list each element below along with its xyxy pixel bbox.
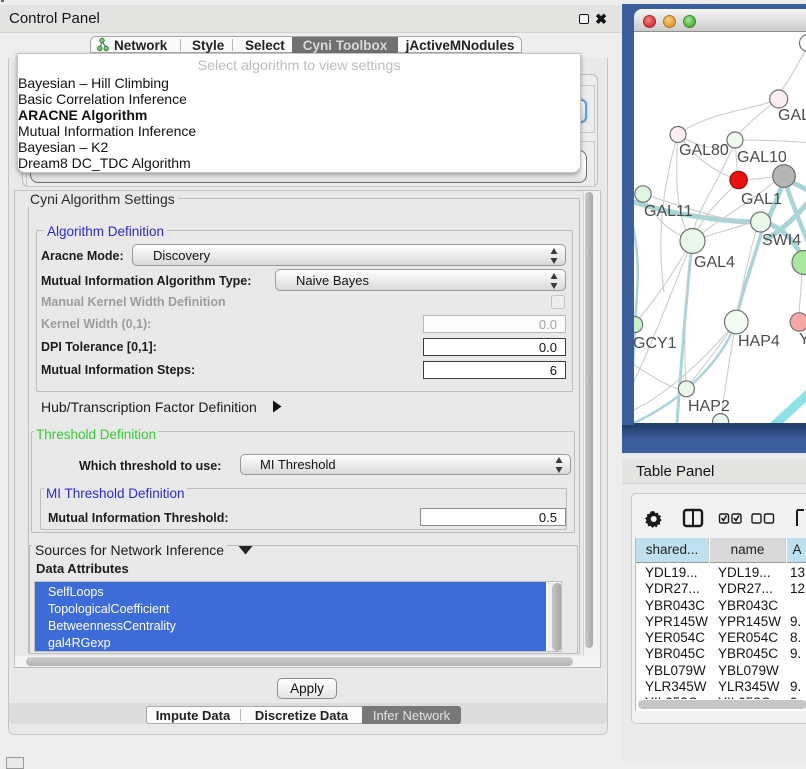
svg-text:GAL1: GAL1	[741, 191, 782, 208]
svg-text:HAP4: HAP4	[738, 333, 780, 350]
svg-text:HAP2: HAP2	[688, 398, 730, 415]
svg-text:GAL4: GAL4	[694, 254, 735, 271]
svg-text:GAL: GAL	[778, 107, 806, 124]
svg-text:Y: Y	[799, 331, 806, 348]
svg-text:GAL10: GAL10	[737, 149, 787, 166]
svg-text:GCY1: GCY1	[634, 335, 677, 352]
svg-text:GAL11: GAL11	[644, 203, 693, 220]
svg-text:SWI4: SWI4	[762, 232, 801, 249]
svg-text:GAL80: GAL80	[679, 142, 729, 159]
